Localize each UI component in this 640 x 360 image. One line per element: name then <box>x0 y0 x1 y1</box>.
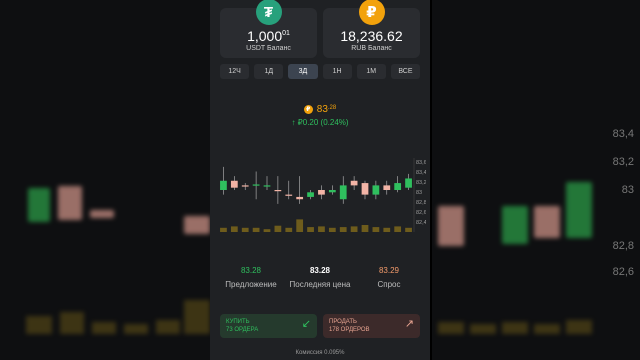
candle-body <box>296 196 304 200</box>
bid-quote: 83.28 Предложение <box>216 266 286 289</box>
volume-bar <box>328 227 336 232</box>
rub-balance-card[interactable]: ₽ 18,236.62 RUB Баланс <box>323 0 420 58</box>
tab-1m[interactable]: 1М <box>356 64 386 79</box>
candle-body <box>383 185 391 190</box>
price-value: 83.28 <box>316 104 337 115</box>
volume-bar <box>252 227 260 232</box>
volume-bar <box>274 225 282 232</box>
price-change: ↑ ₽0.20 (0.24%) <box>291 118 349 127</box>
chart-axis-label: 83,2 <box>416 180 426 186</box>
blurred-backdrop-right: 83,4 83,2 83 82,8 82,6 <box>432 0 640 360</box>
volume-bar <box>405 227 412 232</box>
candle-body <box>361 183 369 195</box>
chart-axis-label: 83,4 <box>416 170 426 176</box>
tab-all[interactable]: ВСЕ <box>390 64 421 79</box>
volume-bar <box>263 229 271 232</box>
candle-body <box>230 180 238 188</box>
tab-1d[interactable]: 1Д <box>254 64 284 79</box>
candle-body <box>328 190 336 193</box>
usdt-balance-card[interactable]: ₮ 1,00001 USDT Баланс <box>220 0 317 58</box>
tab-1w[interactable]: 1Н <box>322 64 352 79</box>
candle-body <box>220 180 227 190</box>
chart-axis-label: 82,8 <box>416 200 426 206</box>
candle-body <box>394 183 402 190</box>
volume-bar <box>318 226 325 232</box>
buy-button[interactable]: КУПИТЬ 73 ОРДЕРА ↙ <box>220 314 317 338</box>
bid-label: Предложение <box>225 280 277 289</box>
candle-body <box>274 190 282 192</box>
backdrop-tick: 83 <box>621 184 634 196</box>
usdt-balance-label: USDT Баланс <box>246 45 291 52</box>
candlestick-chart[interactable]: 83,6 83,4 83,2 83 82,8 82,6 82,4 <box>218 158 426 238</box>
arrow-down-left-icon: ↙ <box>301 318 311 330</box>
tab-3d[interactable]: 3Д <box>288 64 318 79</box>
usdt-balance-amount: 1,00001 <box>247 28 290 44</box>
ruble-coin-icon: ₽ <box>303 105 313 114</box>
last-price-quote: 83.28 Последняя цена <box>285 266 355 289</box>
phone-screen: ₮ 1,00001 USDT Баланс ₽ 18,236.62 RUB Ба… <box>210 0 430 360</box>
sell-button[interactable]: ПРОДАТЬ 178 ОРДЕРОВ ↗ <box>323 314 420 338</box>
volume-bar <box>307 227 314 232</box>
tether-icon: ₮ <box>255 0 282 25</box>
chart-axis-label: 82,4 <box>416 220 426 226</box>
volume-bar <box>241 227 249 232</box>
candle-body <box>241 185 249 187</box>
order-actions: КУПИТЬ 73 ОРДЕРА ↙ ПРОДАТЬ 178 ОРДЕРОВ ↗ <box>220 314 420 338</box>
candle-body <box>339 185 347 200</box>
candle-body <box>372 185 380 195</box>
ruble-icon: ₽ <box>358 0 385 25</box>
blurred-backdrop-left <box>0 0 210 360</box>
balance-cards: ₮ 1,00001 USDT Баланс ₽ 18,236.62 RUB Ба… <box>220 0 420 58</box>
candle-body <box>405 178 412 188</box>
candle-body <box>285 194 293 196</box>
volume-bar <box>296 219 304 232</box>
chart-axis-label: 83 <box>416 190 422 196</box>
backdrop-tick: 83,2 <box>612 156 634 168</box>
backdrop-tick: 82,8 <box>612 240 634 252</box>
candle-body <box>350 180 358 186</box>
volume-bar <box>220 227 227 232</box>
ask-quote: 83.29 Спрос <box>354 266 424 289</box>
last-price-value: 83.28 <box>309 266 331 275</box>
current-price: ₽ 83.28 <box>210 104 430 115</box>
candle-body <box>307 192 314 197</box>
candle-body <box>252 184 260 186</box>
ask-label: Спрос <box>377 280 401 289</box>
tab-12h[interactable]: 12Ч <box>220 64 250 79</box>
volume-bar <box>394 226 402 232</box>
chart-axis-label: 83,6 <box>416 160 426 166</box>
volume-bar <box>339 227 347 232</box>
volume-bar <box>350 226 358 232</box>
arrow-up-right-icon: ↗ <box>404 318 414 330</box>
backdrop-tick: 83,4 <box>612 128 634 140</box>
volume-bar <box>372 227 380 232</box>
chart-canvas: 83,6 83,4 83,2 83 82,8 82,6 82,4 <box>220 158 426 232</box>
fee-text: Комиссия 0.095% <box>295 350 345 356</box>
volume-bar <box>230 226 238 232</box>
volume-bar <box>361 225 369 232</box>
backdrop-tick: 82,6 <box>612 266 634 278</box>
chart-axis-label: 82,6 <box>416 210 426 216</box>
volume-bar <box>285 227 293 232</box>
volume-bar <box>383 227 391 232</box>
last-price-label: Последняя цена <box>289 280 351 289</box>
ask-value: 83.29 <box>378 266 400 275</box>
rub-balance-amount: 18,236.62 <box>340 28 403 44</box>
candle-body <box>318 190 325 195</box>
timeframe-tabs: 12Ч 1Д 3Д 1Н 1М ВСЕ <box>220 64 421 79</box>
candle-body <box>263 185 271 187</box>
rub-balance-label: RUB Баланс <box>351 45 392 52</box>
bid-value: 83.28 <box>240 266 262 275</box>
